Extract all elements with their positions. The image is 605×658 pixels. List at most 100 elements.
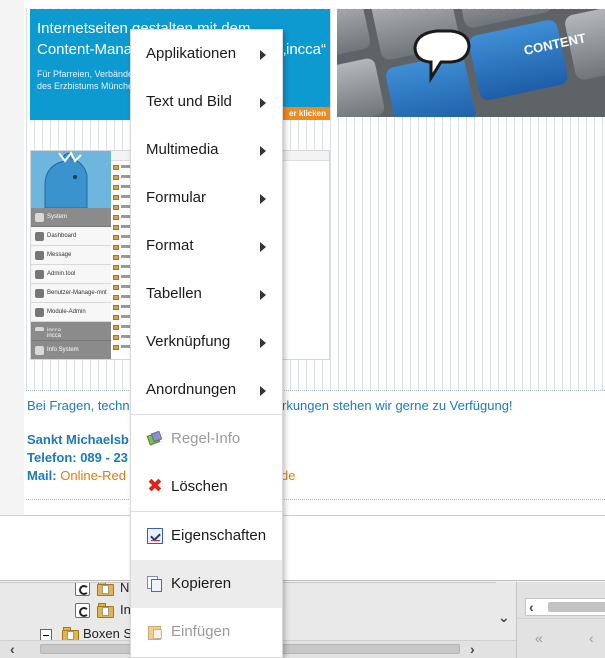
menu-item-label: Format xyxy=(146,237,194,254)
tree-row-label[interactable]: N xyxy=(120,583,129,595)
file-icon xyxy=(113,345,119,350)
layout-guide-line xyxy=(26,499,605,500)
folder-page-icon xyxy=(97,583,115,596)
menu-item-text-und-bild[interactable]: Text und Bild xyxy=(131,78,282,126)
menu-item-applikationen[interactable]: Applikationen xyxy=(131,30,282,78)
cms-nav-item: Admin.tool xyxy=(31,265,111,284)
cms-nav-item-label: Admin.tool xyxy=(47,271,76,277)
menu-item-tabellen[interactable]: Tabellen xyxy=(131,270,282,318)
right-panel-scrollbar[interactable]: ‹ xyxy=(525,598,605,616)
menu-item-label: Löschen xyxy=(171,478,228,495)
context-menu: Applikationen Text und Bild Multimedia F… xyxy=(130,29,283,658)
file-icon xyxy=(113,305,119,310)
menu-item-verknuepfung[interactable]: Verknüpfung xyxy=(131,318,282,366)
submenu-arrow-icon xyxy=(260,338,266,348)
cms-nav-item-label: Message xyxy=(47,252,72,258)
folder-page-icon xyxy=(97,603,115,618)
file-icon xyxy=(113,335,119,340)
menu-item-formular[interactable]: Formular xyxy=(131,174,282,222)
first-page-icon[interactable]: « xyxy=(535,631,543,645)
menu-item-label: Text und Bild xyxy=(146,93,232,110)
refresh-icon[interactable] xyxy=(75,583,90,596)
content-keyboard-image[interactable]: CONTENT xyxy=(337,9,605,117)
refresh-icon[interactable] xyxy=(75,603,90,618)
info-icon xyxy=(35,346,44,355)
scroll-left-icon[interactable]: ‹ xyxy=(529,600,534,614)
submenu-arrow-icon xyxy=(260,146,266,156)
tree-vertical-scrollbar[interactable]: ⌄ xyxy=(496,582,516,642)
contact-mail-link[interactable]: Online-Red xyxy=(60,468,126,483)
menu-item-label: Kopieren xyxy=(171,575,232,592)
menu-item-label: Applikationen xyxy=(146,45,237,62)
layout-guide-line xyxy=(26,390,605,391)
menu-item-label: Eigenschaften xyxy=(171,527,267,544)
pager: « ‹ xyxy=(517,618,605,658)
menu-item-loeschen[interactable]: ✖ Löschen xyxy=(131,463,282,511)
tree-row-label[interactable]: Boxen S xyxy=(83,626,132,641)
file-icon xyxy=(113,165,119,170)
teaser-subtext: Für Pfarreien, Verbände des Erzbistums M… xyxy=(37,68,133,92)
teaser-subtext-line2: des Erzbistums Münche xyxy=(37,81,134,91)
gear-icon xyxy=(35,213,44,222)
cms-nav-item-label: Dashboard xyxy=(47,233,77,239)
scroll-down-icon[interactable]: ⌄ xyxy=(498,610,510,624)
file-icon xyxy=(113,255,119,260)
menu-item-label: Tabellen xyxy=(146,285,202,302)
rule-info-icon xyxy=(146,430,163,447)
menu-item-regel-info[interactable]: Regel-Info xyxy=(131,415,282,463)
submenu-arrow-icon xyxy=(260,50,266,60)
prev-page-icon[interactable]: ‹ xyxy=(589,631,594,645)
cms-nav-item-label: Info System xyxy=(47,347,79,353)
keyboard-photo: CONTENT xyxy=(337,9,605,117)
editor-toolbar-band xyxy=(0,515,605,581)
cms-nav-item: Message xyxy=(31,246,111,265)
file-icon xyxy=(113,215,119,220)
cms-nav-item: Dashboard xyxy=(31,227,111,246)
cms-nav-item-label: Benutzer-Manage-mnt xyxy=(47,290,107,296)
module-icon xyxy=(35,308,44,317)
cms-nav-item-label: Module-Admin xyxy=(47,309,86,315)
right-side-panel: ‹ « ‹ xyxy=(516,582,605,658)
cms-nav-item: Info System xyxy=(31,341,111,359)
file-icon xyxy=(113,195,119,200)
file-icon xyxy=(113,265,119,270)
file-icon xyxy=(113,205,119,210)
menu-item-kopieren[interactable]: Kopieren xyxy=(131,560,282,608)
contact-org: Sankt Michaelsb xyxy=(27,432,129,447)
file-icon xyxy=(113,325,119,330)
submenu-arrow-icon xyxy=(260,194,266,204)
submenu-arrow-icon xyxy=(260,98,266,108)
menu-item-format[interactable]: Format xyxy=(131,222,282,270)
file-icon xyxy=(113,315,119,320)
cms-nav-item: incca xyxy=(31,331,111,341)
teaser-headline-line2-tail: „incca“ xyxy=(281,41,327,58)
contact-question-start: Bei Fragen, techn xyxy=(27,398,130,413)
file-icon xyxy=(113,185,119,190)
contact-mail-link-end[interactable]: de xyxy=(281,467,295,484)
user-icon xyxy=(35,270,44,279)
copy-icon xyxy=(147,576,163,592)
scroll-left-icon[interactable]: ‹ xyxy=(10,642,15,656)
menu-item-label: Anordnungen xyxy=(146,381,237,398)
menu-item-multimedia[interactable]: Multimedia xyxy=(131,126,282,174)
dashboard-icon xyxy=(35,232,44,241)
submenu-arrow-icon xyxy=(260,290,266,300)
cms-sidebar: System Dashboard Message Admin.tool Benu… xyxy=(31,151,111,359)
contact-mail-label: Mail: xyxy=(27,468,57,483)
delete-icon: ✖ xyxy=(147,476,163,497)
cms-mascot-icon xyxy=(31,151,111,208)
menu-item-label: Verknüpfung xyxy=(146,333,231,350)
menu-item-anordnungen[interactable]: Anordnungen xyxy=(131,366,282,414)
users-icon xyxy=(35,289,44,298)
menu-item-eigenschaften[interactable]: Eigenschaften xyxy=(131,512,282,560)
scrollbar-thumb[interactable] xyxy=(548,602,605,612)
file-icon xyxy=(113,275,119,280)
menu-item-label: Regel-Info xyxy=(171,430,241,447)
file-icon xyxy=(113,225,119,230)
cms-nav-item: Benutzer-Manage-mnt xyxy=(31,284,111,303)
menu-item-einfuegen[interactable]: Einfügen xyxy=(131,608,282,656)
file-icon xyxy=(113,235,119,240)
file-icon xyxy=(113,285,119,290)
scroll-right-icon[interactable]: › xyxy=(470,642,475,656)
menu-item-label: Formular xyxy=(146,189,207,206)
